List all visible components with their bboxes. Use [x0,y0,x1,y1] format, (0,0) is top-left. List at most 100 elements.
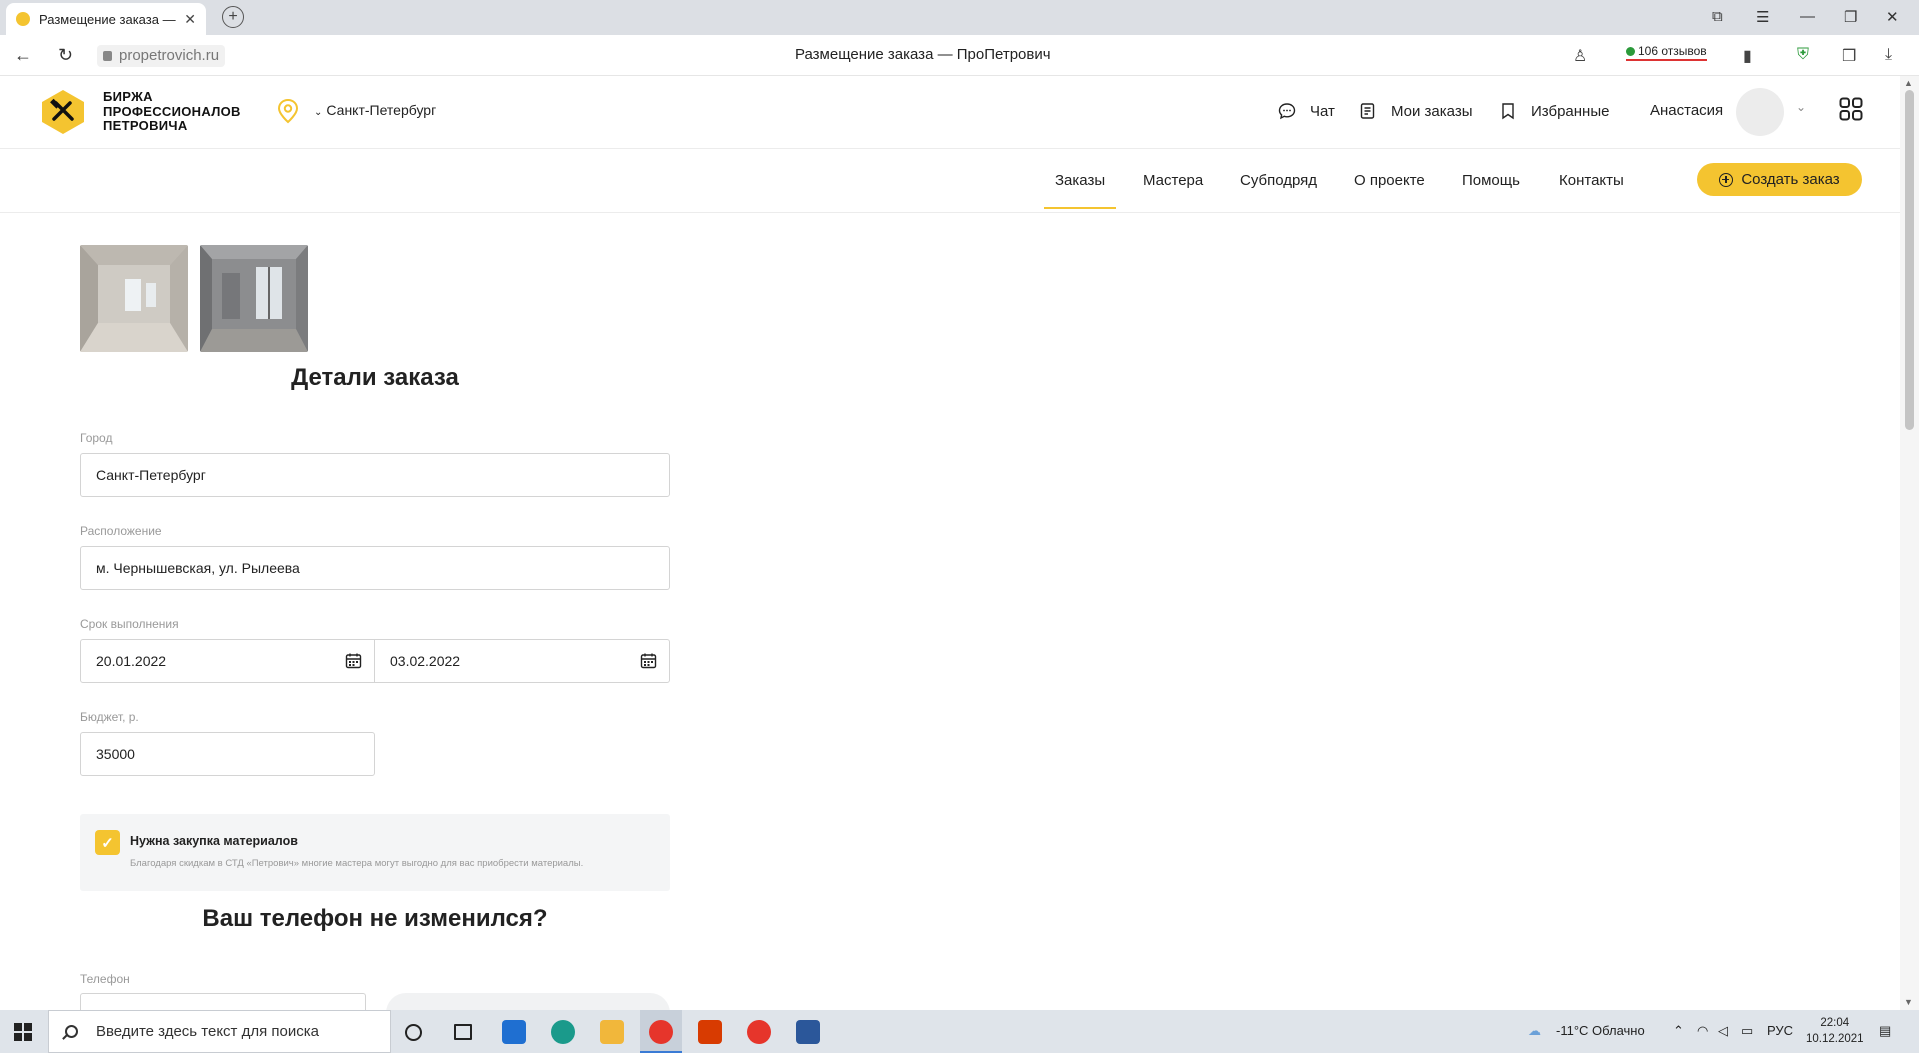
city-name: Санкт-Петербург [326,102,437,118]
edge-browser-icon[interactable] [551,1020,575,1044]
office-icon[interactable] [698,1020,722,1044]
tabs-panel-icon[interactable]: ⧉ [1712,8,1723,25]
avatar[interactable] [1736,88,1784,136]
nav-favorites-label: Избранные [1531,102,1610,120]
checkmark-icon: ✓ [101,834,114,852]
nav-item-about[interactable]: О проекте [1354,172,1425,189]
lock-icon [103,51,112,61]
browser-tab[interactable]: Размещение заказа — ✕ [6,3,206,35]
language-indicator[interactable]: РУС [1767,1023,1793,1038]
materials-title[interactable]: Нужна закупка материалов [130,834,298,848]
cortana-icon[interactable] [405,1024,422,1041]
nav-chat-label: Чат [1310,102,1335,120]
city-field-value: Санкт-Петербург [96,467,206,483]
download-icon[interactable]: ⤓ [1885,46,1903,64]
create-order-label: Создать заказ [1741,171,1840,188]
nav-item-contacts[interactable]: Контакты [1559,172,1624,189]
nav-my-orders[interactable]: Мои заказы [1359,102,1473,120]
shield-icon[interactable]: ⛨ [1797,46,1815,64]
nav-item-orders[interactable]: Заказы [1044,172,1117,209]
minimize-icon[interactable]: — [1800,8,1815,25]
logo-text[interactable]: БИРЖА ПРОФЕССИОНАЛОВ ПЕТРОВИЧА [103,89,241,134]
close-tab-icon[interactable]: ✕ [184,11,196,28]
tray-expand-icon[interactable]: ⌃ [1673,1023,1684,1039]
url-field[interactable]: propetrovich.ru [97,45,226,67]
menu-icon[interactable]: ☰ [1756,8,1769,26]
site-favicon-icon [16,12,30,26]
chat-bubble-icon [1278,103,1296,120]
logo-line-1: БИРЖА [103,89,153,104]
page-title: Размещение заказа — ПроПетрович [795,46,1051,63]
browser-tab-strip: Размещение заказа — ✕ + ⧉ ☰ — ❐ ✕ [0,0,1919,35]
deadline-label: Срок выполнения [80,617,179,631]
nav-item-masters[interactable]: Мастера [1143,172,1203,189]
restore-icon[interactable]: ❐ [1844,8,1857,26]
site-header: БИРЖА ПРОФЕССИОНАЛОВ ПЕТРОВИЧА ⌄ Санкт-Пе… [0,76,1900,149]
nav-item-subcontract[interactable]: Субподряд [1240,172,1317,189]
nav-item-help[interactable]: Помощь [1462,172,1520,189]
new-tab-button[interactable]: + [222,6,244,28]
create-order-button[interactable]: Создать заказ [1697,163,1862,196]
weather-text[interactable]: -11°C Облачно [1556,1023,1645,1038]
logo-line-3: ПЕТРОВИЧА [103,118,188,133]
scroll-up-icon[interactable]: ▲ [1904,78,1913,88]
nav-my-orders-label: Мои заказы [1391,102,1473,120]
user-menu-chevron-icon[interactable]: ⌄ [1796,100,1806,114]
notification-bell-icon[interactable]: ♙ [1573,46,1591,65]
date-to-value: 03.02.2022 [390,653,461,669]
apps-grid-icon[interactable] [1839,97,1863,121]
word-icon[interactable] [796,1020,820,1044]
date-from-value: 20.01.2022 [96,653,167,669]
weather-cloud-icon: ☁ [1528,1023,1541,1038]
mail-icon[interactable] [502,1020,526,1044]
taskbar: Введите здесь текст для поиска ☁ -11°C О… [0,1010,1919,1053]
wifi-icon[interactable]: ◠ [1697,1023,1708,1039]
back-arrow-icon[interactable]: ← [14,45,32,66]
user-name[interactable]: Анастасия [1650,102,1723,119]
close-window-icon[interactable]: ✕ [1886,8,1899,26]
date-to-field[interactable]: 03.02.2022 [374,639,670,683]
scroll-thumb[interactable] [1905,90,1914,430]
city-selector[interactable]: ⌄ Санкт-Петербург [314,102,436,118]
chevron-down-icon: ⌄ [314,107,323,118]
reload-icon[interactable]: ↻ [58,45,73,66]
bookmark-outline-icon [1502,103,1514,120]
taskbar-search-placeholder: Введите здесь текст для поиска [96,1023,319,1040]
budget-label: Бюджет, р. [80,710,139,724]
system-clock[interactable]: 22:04 10.12.2021 [1806,1015,1864,1047]
location-field-value: м. Чернышевская, ул. Рылеева [96,560,300,576]
budget-field[interactable]: 35000 [80,732,375,776]
taskbar-search[interactable]: Введите здесь текст для поиска [48,1010,391,1053]
phone-section-title: Ваш телефон не изменился? [202,905,548,932]
logo-line-2: ПРОФЕССИОНАЛОВ [103,103,241,119]
order-details-title: Детали заказа [291,364,459,391]
windows-start-icon[interactable] [14,1023,32,1041]
notification-center-icon[interactable]: ▤ [1879,1023,1891,1039]
photo-thumbnail-2[interactable] [200,245,308,352]
calendar-icon[interactable] [345,652,362,669]
file-explorer-icon[interactable] [600,1020,624,1044]
search-icon [65,1025,78,1038]
page-scrollbar[interactable]: ▲ ▼ [1900,76,1919,1010]
location-pin-icon [277,98,299,124]
collections-icon[interactable]: ❒ [1842,46,1860,65]
phone-label: Телефон [80,972,130,986]
nav-favorites[interactable]: Избранные [1499,102,1609,120]
location-label: Расположение [80,524,162,538]
battery-icon[interactable]: ▭ [1741,1023,1753,1039]
date-from-field[interactable]: 20.01.2022 [80,639,375,683]
nav-chat[interactable]: Чат [1278,102,1335,120]
city-field[interactable]: Санкт-Петербург [80,453,670,497]
calendar-icon[interactable] [640,652,657,669]
photo-thumbnail-1[interactable] [80,245,188,352]
reviews-badge[interactable]: 106 отзывов [1626,44,1707,61]
scroll-down-icon[interactable]: ▼ [1904,997,1913,1007]
volume-icon[interactable]: ◁ [1718,1023,1728,1039]
yandex-icon[interactable] [747,1020,771,1044]
materials-checkbox[interactable]: ✓ [95,830,120,855]
bookmark-icon[interactable]: ▮ [1743,46,1761,65]
clock-date: 10.12.2021 [1806,1033,1864,1045]
task-view-icon[interactable] [454,1024,472,1040]
location-field[interactable]: м. Чернышевская, ул. Рылеева [80,546,670,590]
logo-icon[interactable] [39,88,87,136]
